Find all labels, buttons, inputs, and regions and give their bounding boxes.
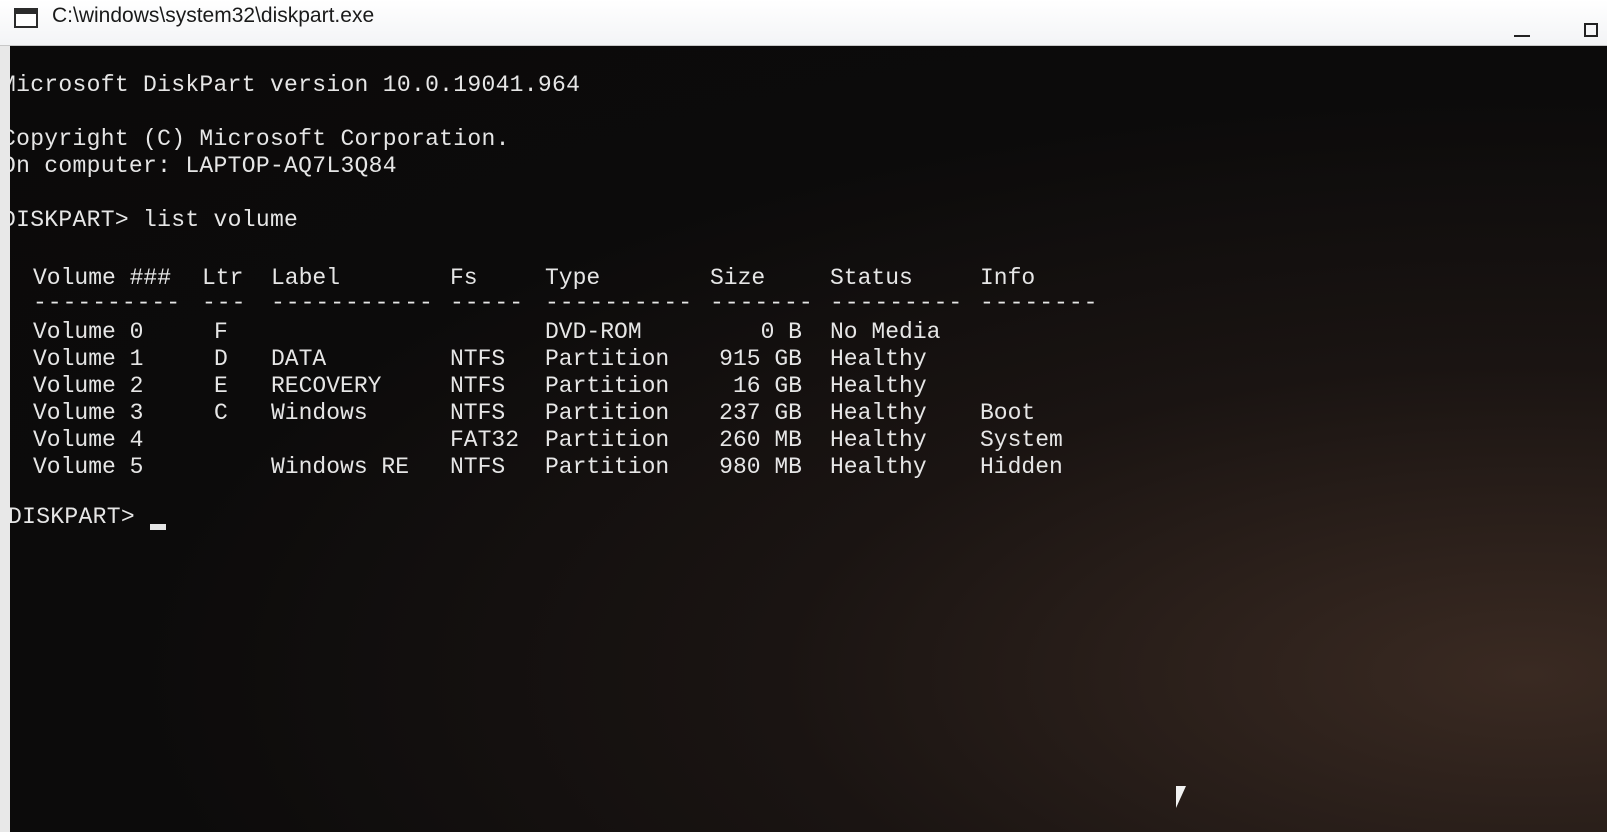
column-separator-size: ------- bbox=[710, 290, 814, 316]
cell-fs: FAT32 bbox=[450, 427, 520, 453]
cell-size: 915 GB bbox=[719, 346, 802, 372]
cell-status: Healthy bbox=[830, 427, 927, 453]
column-separator-status: --------- bbox=[830, 290, 964, 316]
cell-status: Healthy bbox=[830, 346, 927, 372]
cell-info: Hidden bbox=[980, 454, 1063, 480]
column-separator-label: ----------- bbox=[271, 290, 434, 316]
diskpart-prompt: DISKPART> bbox=[10, 504, 150, 530]
minimize-icon bbox=[1514, 35, 1530, 37]
command-line: DISKPART> list volume bbox=[10, 207, 299, 233]
cell-status: No Media bbox=[830, 319, 941, 345]
maximize-icon bbox=[1584, 23, 1598, 37]
column-header-fs: Fs bbox=[450, 265, 478, 291]
cell-volume: Volume 2 bbox=[33, 373, 144, 399]
column-header-info: Info bbox=[980, 265, 1036, 291]
cell-status: Healthy bbox=[830, 373, 927, 399]
cell-fs: NTFS bbox=[450, 400, 506, 426]
column-header-size: Size bbox=[710, 265, 766, 291]
window-title: C:\windows\system32\diskpart.exe bbox=[52, 4, 375, 27]
column-header-status: Status bbox=[830, 265, 913, 291]
column-separator-type: ---------- bbox=[545, 290, 694, 316]
column-separator-fs: ----- bbox=[450, 290, 525, 316]
mouse-pointer-icon bbox=[1176, 786, 1186, 808]
cell-volume: Volume 4 bbox=[33, 427, 144, 453]
text-cursor bbox=[150, 524, 166, 530]
cell-size: 260 MB bbox=[719, 427, 802, 453]
cell-label: DATA bbox=[271, 346, 327, 372]
cell-fs: NTFS bbox=[450, 454, 506, 480]
cell-type: Partition bbox=[545, 427, 670, 453]
cell-label: Windows bbox=[271, 400, 368, 426]
cell-status: Healthy bbox=[830, 400, 927, 426]
console-app-icon bbox=[14, 8, 38, 28]
cell-type: Partition bbox=[545, 454, 670, 480]
cell-ltr: E bbox=[214, 373, 228, 399]
console-output[interactable]: Microsoft DiskPart version 10.0.19041.96… bbox=[10, 46, 1607, 832]
cell-status: Healthy bbox=[830, 454, 927, 480]
cell-volume: Volume 5 bbox=[33, 454, 144, 480]
column-header-ltr: Ltr bbox=[202, 265, 244, 291]
window-titlebar[interactable]: C:\windows\system32\diskpart.exe bbox=[0, 0, 1607, 46]
minimize-button[interactable] bbox=[1505, 20, 1539, 40]
cell-type: Partition bbox=[545, 346, 670, 372]
cell-size: 0 B bbox=[760, 319, 802, 345]
computer-line: On computer: LAPTOP-AQ7L3Q84 bbox=[10, 153, 397, 179]
cell-type: Partition bbox=[545, 373, 670, 399]
cell-ltr: F bbox=[214, 319, 228, 345]
cell-size: 237 GB bbox=[719, 400, 802, 426]
column-separator-info: -------- bbox=[980, 290, 1099, 316]
cell-fs: NTFS bbox=[450, 346, 506, 372]
cell-info: System bbox=[980, 427, 1063, 453]
cell-info: Boot bbox=[980, 400, 1036, 426]
cell-volume: Volume 0 bbox=[33, 319, 144, 345]
version-line: Microsoft DiskPart version 10.0.19041.96… bbox=[10, 72, 581, 98]
cell-type: Partition bbox=[545, 400, 670, 426]
cell-volume: Volume 3 bbox=[33, 400, 144, 426]
column-header-volume: Volume ### bbox=[33, 265, 172, 291]
cell-label: RECOVERY bbox=[271, 373, 382, 399]
column-separator-volume: ---------- bbox=[33, 290, 182, 316]
column-header-label: Label bbox=[271, 265, 341, 291]
cell-size: 16 GB bbox=[732, 373, 802, 399]
cell-type: DVD-ROM bbox=[545, 319, 642, 345]
cell-volume: Volume 1 bbox=[33, 346, 144, 372]
cell-fs: NTFS bbox=[450, 373, 506, 399]
copyright-line: Copyright (C) Microsoft Corporation. bbox=[10, 126, 510, 152]
cell-ltr: D bbox=[214, 346, 228, 372]
column-separator-ltr: --- bbox=[202, 290, 247, 316]
cell-ltr: C bbox=[214, 400, 228, 426]
maximize-button[interactable] bbox=[1578, 20, 1604, 40]
column-header-type: Type bbox=[545, 265, 601, 291]
cell-size: 980 MB bbox=[719, 454, 802, 480]
cell-label: Windows RE bbox=[271, 454, 410, 480]
